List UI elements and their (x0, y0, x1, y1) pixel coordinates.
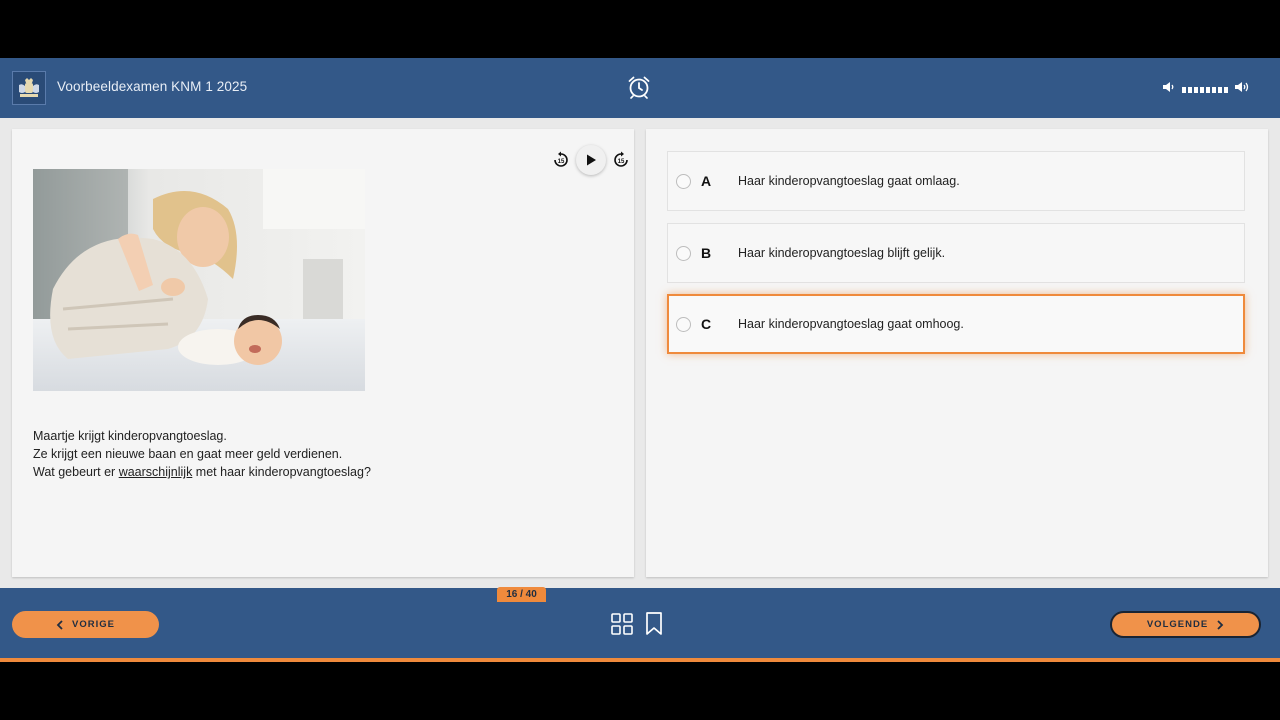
footer-bar: VORIGE VOLGENDE (0, 588, 1280, 658)
question-line: Ze krijgt een nieuwe baan en gaat meer g… (33, 447, 343, 461)
svg-text:15: 15 (618, 159, 625, 165)
volume-segment (1212, 86, 1216, 93)
underlined-word: waarschijnlijk (118, 465, 193, 479)
question-fragment: met haar kinderopvangtoeslag? (192, 465, 371, 479)
answer-option-c[interactable]: C Haar kinderopvangtoeslag gaat omhoog. (667, 294, 1245, 354)
answer-text: Haar kinderopvangtoeslag gaat omlaag. (738, 174, 960, 188)
volume-segment (1188, 86, 1192, 93)
question-text: Maartje krijgt kinderopvangtoeslag. Ze k… (33, 427, 593, 481)
next-label: VOLGENDE (1146, 619, 1209, 630)
volume-high-icon[interactable] (1234, 80, 1250, 99)
answers-panel: A Haar kinderopvangtoeslag gaat omlaag. … (646, 129, 1268, 577)
volume-segment (1224, 86, 1228, 93)
next-button[interactable]: VOLGENDE (1110, 611, 1261, 638)
answer-letter: A (701, 173, 712, 189)
svg-text:15: 15 (558, 159, 565, 165)
volume-segment (1182, 86, 1186, 93)
forward-15-icon[interactable]: 15 (608, 147, 634, 173)
answer-option-a[interactable]: A Haar kinderopvangtoeslag gaat omlaag. (667, 151, 1245, 211)
chevron-right-icon (1217, 619, 1224, 630)
answer-text: Haar kinderopvangtoeslag gaat omhoog. (738, 317, 964, 331)
exam-title: Voorbeeldexamen KNM 1 2025 (57, 79, 248, 94)
volume-control[interactable] (1162, 80, 1250, 99)
progress-line (0, 658, 1280, 662)
question-fragment: Wat gebeurt er (33, 465, 119, 479)
volume-slider[interactable] (1182, 86, 1228, 93)
answer-letter: C (701, 316, 712, 332)
alarm-clock-icon[interactable] (626, 74, 652, 100)
question-line: Maartje krijgt kinderopvangtoeslag. (33, 429, 227, 443)
answer-option-b[interactable]: B Haar kinderopvangtoeslag blijft gelijk… (667, 223, 1245, 283)
rewind-15-icon[interactable]: 15 (548, 147, 574, 173)
play-icon (587, 154, 596, 166)
question-line: Wat gebeurt er waarschijnlijk met haar k… (33, 463, 593, 481)
footer-tools (611, 612, 663, 641)
previous-label: VORIGE (72, 619, 115, 630)
radio-button[interactable] (676, 174, 691, 189)
exam-app: Voorbeeldexamen KNM 1 2025 15 15 Maartje… (0, 58, 1280, 662)
audio-player: 15 15 (548, 145, 634, 175)
header-bar: Voorbeeldexamen KNM 1 2025 (0, 58, 1280, 118)
volume-segment (1218, 86, 1222, 93)
volume-segment (1206, 86, 1210, 93)
radio-button[interactable] (676, 317, 691, 332)
mother-playing-with-baby-photo (33, 169, 365, 391)
radio-button[interactable] (676, 246, 691, 261)
chevron-left-icon (56, 619, 63, 630)
volume-segment (1200, 86, 1204, 93)
volume-segment (1194, 86, 1198, 93)
answer-text: Haar kinderopvangtoeslag blijft gelijk. (738, 246, 946, 260)
play-button[interactable] (576, 145, 606, 175)
question-panel: 15 15 Maartje krijgt kinderopvangtoeslag… (12, 129, 634, 577)
answer-letter: B (701, 245, 712, 261)
volume-low-icon[interactable] (1162, 80, 1176, 99)
royal-coat-of-arms-icon (12, 71, 46, 105)
grid-overview-icon[interactable] (611, 613, 633, 640)
previous-button[interactable]: VORIGE (12, 611, 159, 638)
question-counter: 16 / 40 (497, 587, 546, 602)
bookmark-icon[interactable] (645, 612, 663, 641)
